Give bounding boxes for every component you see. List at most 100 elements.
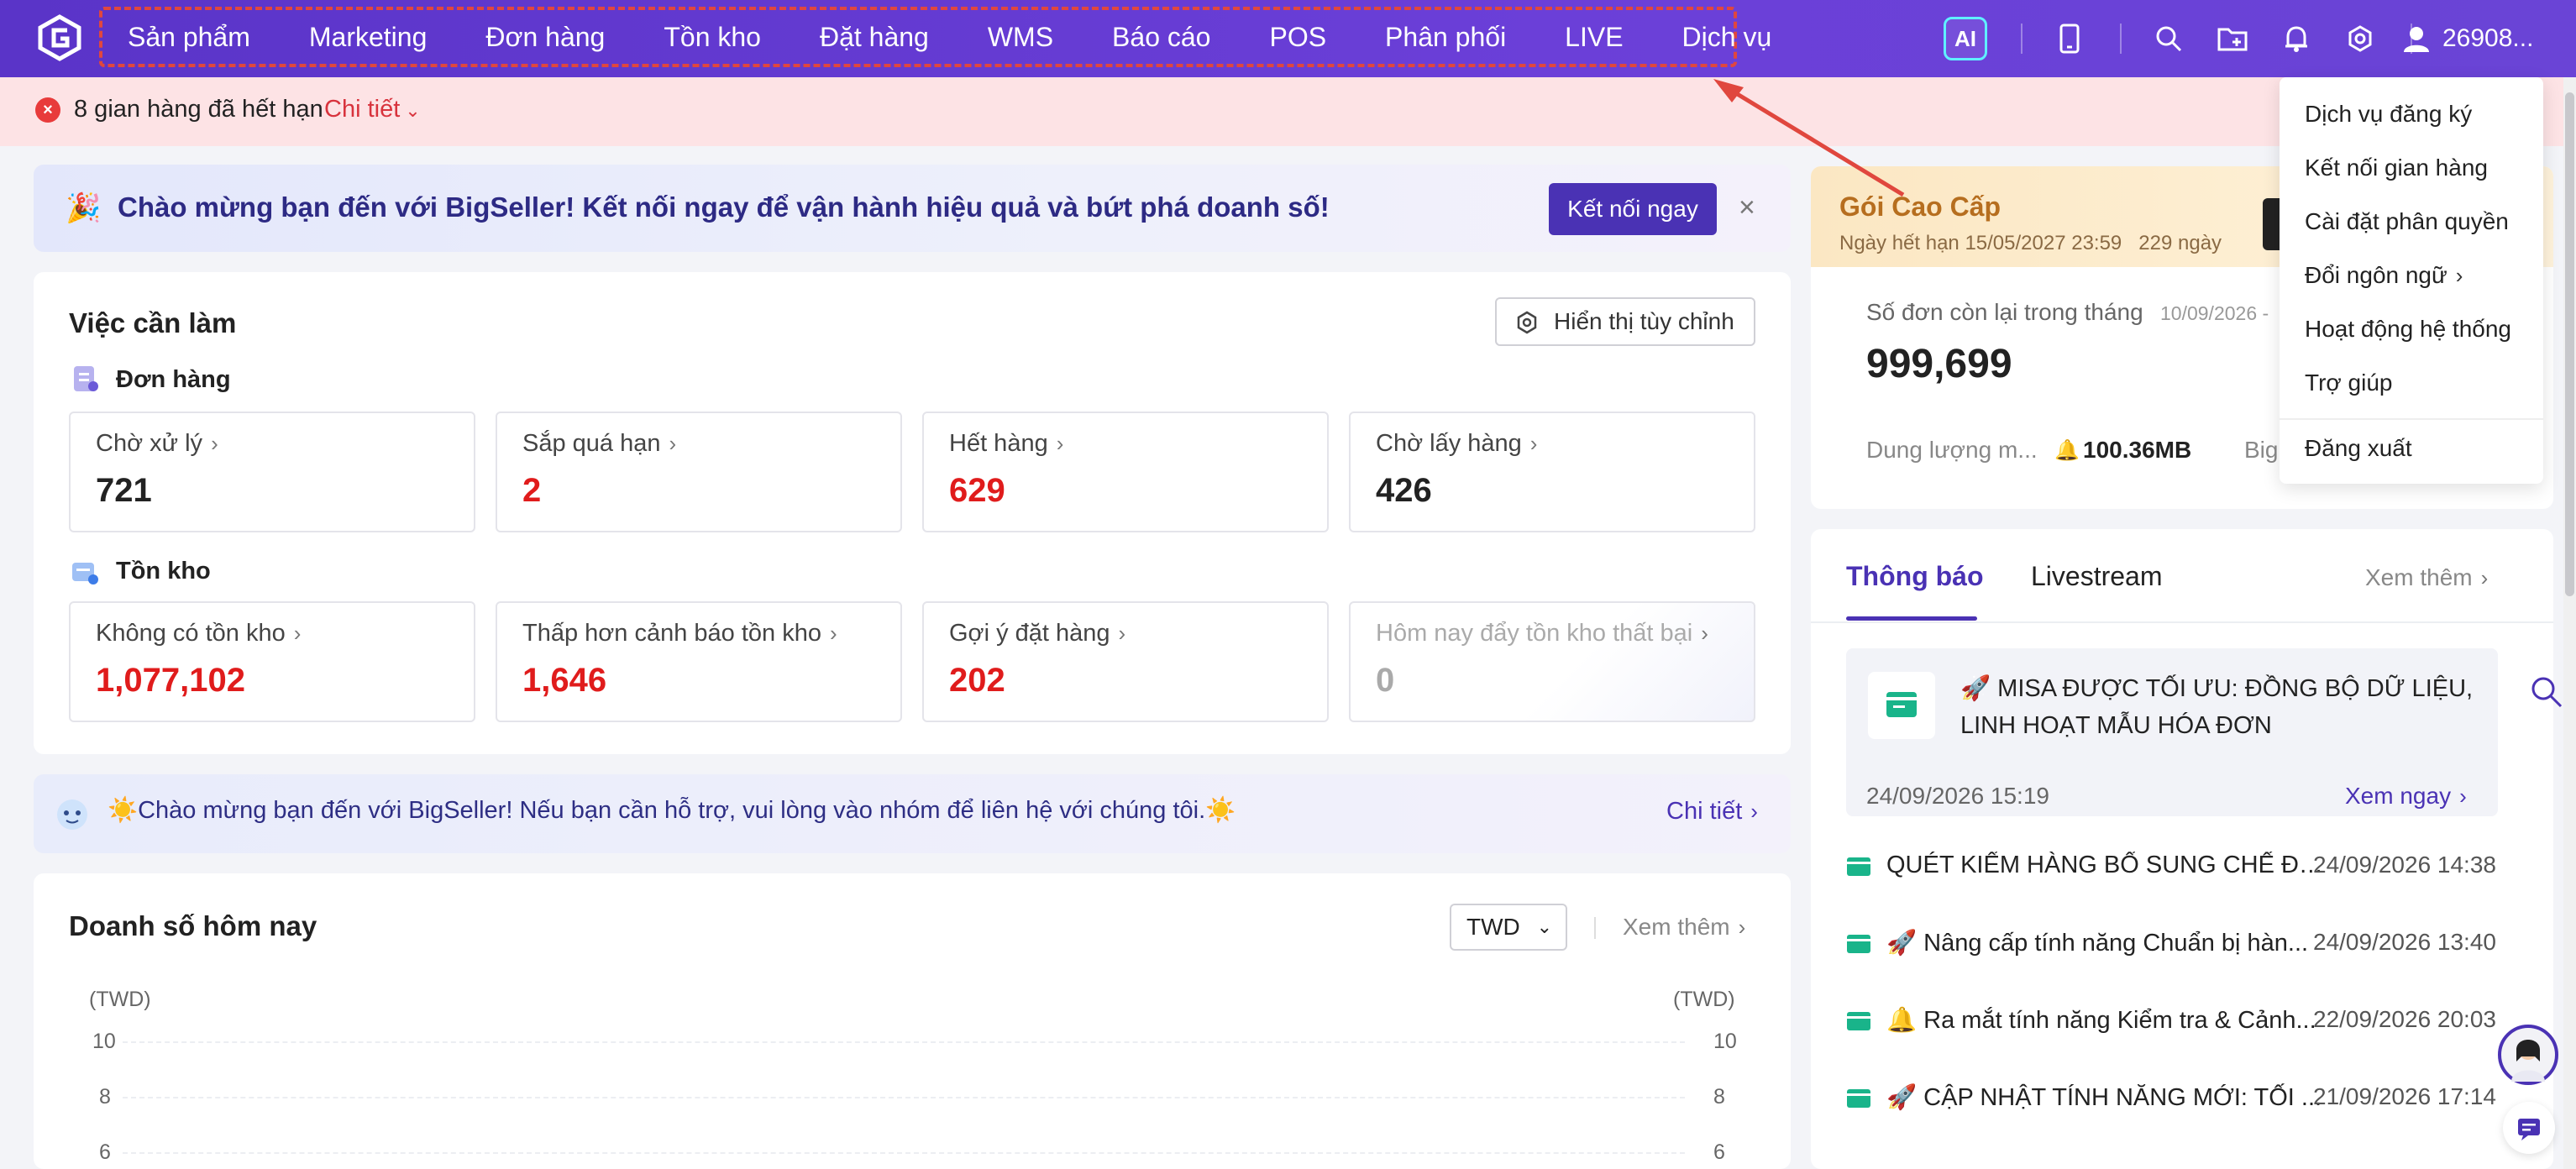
y-tick-left: 8 (99, 1085, 111, 1109)
search-icon[interactable] (2152, 22, 2185, 55)
welcome-message: Chào mừng bạn đến với BigSeller! Kết nối… (118, 191, 1330, 223)
chevron-right-icon: › (2459, 784, 2467, 809)
orders-left-value: 999,699 (1866, 342, 2012, 386)
stat-below-warning[interactable]: Thấp hơn cảnh báo tồn kho › 1,646 (496, 601, 902, 722)
currency-select[interactable]: TWD ⌄ (1450, 904, 1567, 951)
y-tick-right: 10 (1713, 1030, 1737, 1053)
nav-item-orders[interactable]: Đơn hàng (485, 17, 605, 57)
orders-left-period: 10/09/2026 - (2160, 302, 2269, 324)
bell-icon: 🔔 (2054, 439, 2080, 462)
chevron-right-icon: › (669, 431, 677, 456)
notice-item[interactable]: 🔔 Ra mắt tính năng Kiểm tra & Cảnh... 22… (1846, 1004, 2498, 1038)
axis-unit-left: (TWD) (89, 988, 151, 1011)
search-icon[interactable] (2530, 675, 2563, 709)
support-detail-link[interactable]: Chi tiết › (1666, 798, 1758, 826)
stat-near-overdue[interactable]: Sắp quá hạn › 2 (496, 412, 902, 532)
nav-item-purchase[interactable]: Đặt hàng (820, 17, 929, 57)
alert-detail-link[interactable]: Chi tiết ⌄ (324, 96, 421, 123)
menu-item-connect-store[interactable]: Kết nối gian hàng (2305, 155, 2488, 181)
bigseller-logo[interactable] (35, 13, 84, 62)
stat-pending[interactable]: Chờ xử lý › 721 (69, 412, 475, 532)
chat-icon[interactable] (2503, 1102, 2555, 1154)
user-id: 26908... (2442, 24, 2534, 52)
nav-item-products[interactable]: Sản phẩm (128, 17, 250, 57)
inventory-section-label: Tồn kho (116, 558, 211, 584)
nav-item-inventory[interactable]: Tồn kho (664, 17, 761, 57)
stat-no-stock[interactable]: Không có tồn kho › 1,077,102 (69, 601, 475, 722)
tab-livestream[interactable]: Livestream (2031, 561, 2163, 592)
notice-icon (1847, 1089, 1870, 1108)
sales-more-link[interactable]: Xem thêm › (1623, 914, 1745, 941)
connect-now-button[interactable]: Kết nối ngay (1549, 183, 1717, 235)
stat-push-failed[interactable]: Hôm nay đẩy tồn kho thất bại › 0 (1349, 601, 1755, 722)
topbar-tools: AI (1944, 15, 2412, 62)
main-navigation: Sản phẩm Marketing Đơn hàng Tồn kho Đặt … (128, 17, 1830, 57)
chevron-right-icon: › (2480, 565, 2489, 590)
menu-item-permissions[interactable]: Cài đặt phân quyền (2305, 208, 2509, 235)
featured-notice-date: 24/09/2026 15:19 (1866, 783, 2049, 809)
inventory-icon (72, 563, 98, 584)
bell-icon[interactable] (2280, 22, 2313, 55)
chevron-right-icon: › (1701, 621, 1708, 646)
support-agent-avatar[interactable] (2498, 1025, 2558, 1085)
featured-notice-title: 🚀 MISA ĐƯỢC TỐI ƯU: ĐỒNG BỘ DỮ LIỆU, LIN… (1960, 675, 2474, 739)
chevron-right-icon: › (1750, 799, 1758, 824)
storage-value: 100.36MB (2083, 437, 2192, 463)
orders-section-label: Đơn hàng (116, 366, 231, 393)
y-tick-left: 6 (99, 1140, 111, 1164)
nav-item-pos[interactable]: POS (1269, 17, 1326, 57)
customize-display-button[interactable]: Hiển thị tùy chỉnh (1495, 297, 1755, 346)
nav-item-distribution[interactable]: Phân phối (1385, 17, 1506, 57)
notice-card-icon (1868, 672, 1935, 739)
stat-out-of-stock[interactable]: Hết hàng › 629 (922, 412, 1329, 532)
stat-awaiting-pickup[interactable]: Chờ lấy hàng › 426 (1349, 412, 1755, 532)
chevron-right-icon: › (1118, 621, 1126, 646)
grid-line (123, 1097, 1685, 1098)
menu-item-language[interactable]: Đổi ngôn ngữ › (2305, 262, 2463, 289)
mobile-icon[interactable] (2053, 22, 2086, 55)
menu-item-logout[interactable]: Đăng xuất (2305, 435, 2412, 462)
divider (2021, 24, 2023, 54)
folder-icon[interactable] (2216, 22, 2249, 55)
notice-icon (1847, 857, 1870, 876)
chevron-down-icon: ⌄ (1536, 916, 1552, 937)
stat-reorder-suggestion[interactable]: Gợi ý đặt hàng › 202 (922, 601, 1329, 722)
notice-card (1811, 529, 2553, 1169)
storage-label: Dung lượng m... (1866, 437, 2038, 463)
plan-title: Gói Cao Cấp (1839, 191, 2002, 222)
menu-item-subscription[interactable]: Dịch vụ đăng ký (2305, 101, 2472, 128)
divider (1811, 621, 2553, 623)
nav-item-services[interactable]: Dịch vụ (1682, 17, 1772, 57)
chevron-right-icon: › (1529, 431, 1538, 456)
ai-assistant-button[interactable]: AI (1944, 17, 1987, 60)
notice-icon (1847, 1012, 1870, 1030)
chevron-right-icon: › (1738, 915, 1746, 940)
party-popper-icon: 🎉 (66, 192, 102, 224)
todo-title: Việc cần làm (69, 307, 237, 338)
grid-line (123, 1041, 1685, 1043)
view-now-link[interactable]: Xem ngay › (2345, 783, 2467, 810)
error-icon: × (35, 97, 60, 123)
scrollbar-thumb[interactable] (2565, 92, 2574, 596)
chevron-right-icon: › (830, 621, 837, 646)
gear-icon[interactable] (2343, 22, 2377, 55)
nav-item-marketing[interactable]: Marketing (309, 17, 428, 57)
gear-icon (1517, 311, 1537, 334)
menu-item-system-activity[interactable]: Hoạt động hệ thống (2305, 316, 2511, 343)
user-icon (2404, 27, 2429, 52)
divider (2280, 418, 2543, 420)
tab-notifications[interactable]: Thông báo (1846, 561, 1984, 592)
y-tick-left: 10 (92, 1030, 116, 1053)
chevron-right-icon: › (1056, 431, 1064, 456)
notice-item[interactable]: QUÉT KIỂM HÀNG BỔ SUNG CHẾ ĐỘ ... 24/09/… (1846, 850, 2498, 883)
notice-more-link[interactable]: Xem thêm › (2365, 564, 2488, 591)
user-menu[interactable]: 26908... (2402, 15, 2533, 62)
nav-item-reports[interactable]: Báo cáo (1112, 17, 1210, 57)
notice-item[interactable]: 🚀 CẬP NHẬT TÍNH NĂNG MỚI: TỐI ... 21/09/… (1846, 1082, 2498, 1115)
active-tab-indicator (1846, 616, 1977, 621)
notice-item[interactable]: 🚀 Nâng cấp tính năng Chuẩn bị hàn... 24/… (1846, 927, 2498, 961)
menu-item-help[interactable]: Trợ giúp (2305, 370, 2392, 396)
nav-item-wms[interactable]: WMS (988, 17, 1053, 57)
nav-item-live[interactable]: LIVE (1565, 17, 1623, 57)
close-icon[interactable]: × (1739, 191, 1755, 224)
